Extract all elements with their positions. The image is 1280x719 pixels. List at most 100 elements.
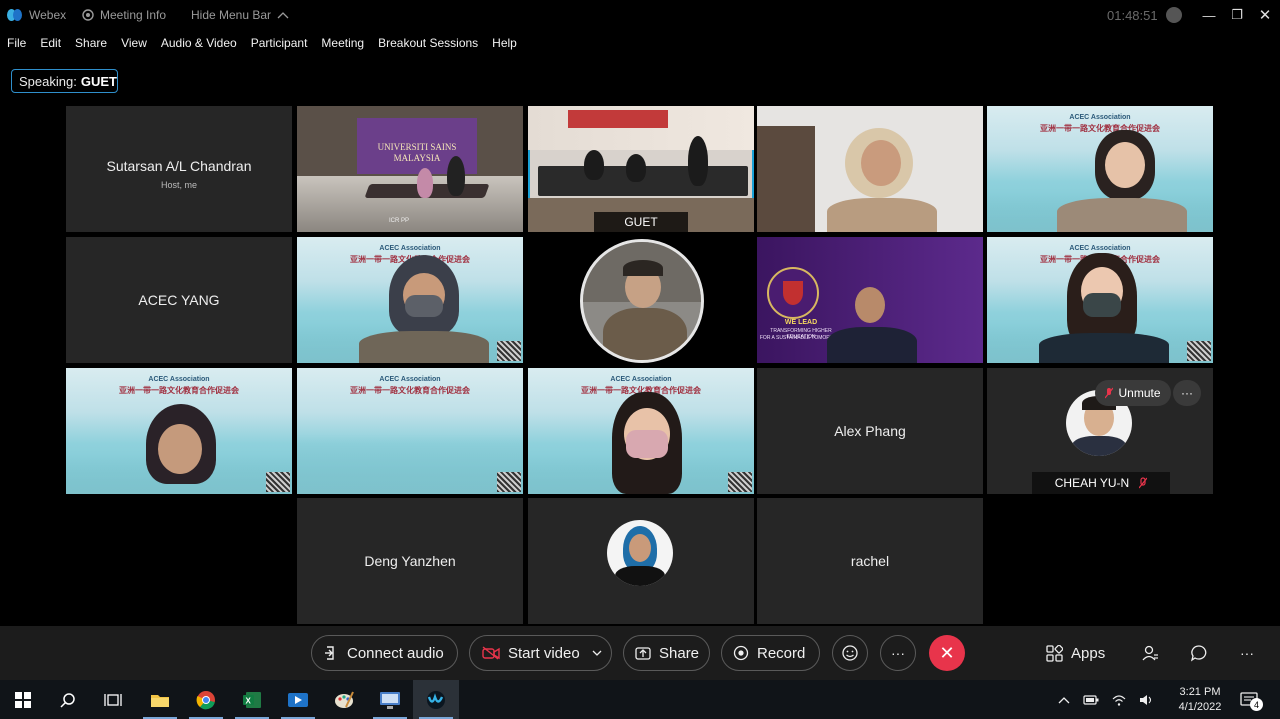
- wifi-icon[interactable]: [1112, 694, 1126, 706]
- participant-tile-usm-room[interactable]: UNIVERSITI SAINS MALAYSIA ICR PP: [297, 106, 523, 232]
- webex-app[interactable]: [413, 680, 459, 719]
- search-button[interactable]: [45, 680, 91, 719]
- unmute-button[interactable]: Unmute: [1095, 380, 1171, 406]
- apps-button[interactable]: Apps: [1046, 635, 1105, 671]
- jacket: [603, 308, 687, 360]
- participant-tile-acec-woman-1[interactable]: ACEC Association 亚洲一带一路文化教育合作促进会: [987, 106, 1213, 232]
- chat-icon: [1190, 645, 1207, 662]
- acec-banner-title: ACEC Association: [1069, 114, 1131, 121]
- menu-breakout-sessions[interactable]: Breakout Sessions: [378, 36, 478, 50]
- more-options-button[interactable]: ···: [880, 635, 916, 671]
- shoulders: [1039, 333, 1169, 363]
- we-lead-title: WE LEAD: [784, 319, 818, 326]
- acec-banner-title: ACEC Association: [379, 245, 441, 252]
- leave-meeting-button[interactable]: ✕: [929, 635, 965, 671]
- chevron-up-icon: [277, 12, 289, 19]
- participant-name: Alex Phang: [834, 423, 906, 439]
- meeting-controls-bar: Connect audio Start video Share Record ·…: [0, 626, 1280, 680]
- record-button[interactable]: Record: [721, 635, 820, 671]
- qr-code: [728, 472, 752, 492]
- hide-menu-label: Hide Menu Bar: [191, 8, 272, 22]
- face-mask: [626, 430, 668, 458]
- paint-palette-icon: [335, 691, 354, 708]
- jacket: [615, 566, 665, 586]
- video-off-icon: [482, 646, 500, 660]
- apps-icon: [1046, 644, 1063, 662]
- guet-name-tag: GUET: [594, 212, 688, 232]
- mic-muted-icon: [1105, 387, 1114, 399]
- participant-tile-acec-woman-2[interactable]: ACEC Association 亚洲一带一路文化教育合作促进会: [297, 237, 523, 363]
- file-explorer-app[interactable]: [137, 680, 183, 719]
- participant-tile-deng[interactable]: Deng Yanzhen: [297, 498, 523, 624]
- menu-file[interactable]: File: [7, 36, 26, 50]
- participant-tile-we-lead[interactable]: WE LEAD TRANSFORMING HIGHER EDUCATION FO…: [757, 237, 983, 363]
- menu-view[interactable]: View: [121, 36, 147, 50]
- participant-tile-man-circle[interactable]: [528, 237, 754, 363]
- network-stats-icon[interactable]: [1166, 7, 1182, 23]
- paint-app[interactable]: [321, 680, 367, 719]
- participant-tile-acec-woman-5[interactable]: ACEC Association 亚洲一带一路文化教育合作促进会: [528, 368, 754, 494]
- acec-banner-subtitle: 亚洲一带一路文化教育合作促进会: [1040, 124, 1160, 133]
- participant-tile-acec-woman-3[interactable]: ACEC Association 亚洲一带一路文化教育合作促进会: [987, 237, 1213, 363]
- start-button[interactable]: [0, 680, 46, 719]
- media-app[interactable]: [275, 680, 321, 719]
- chevron-up-icon[interactable]: [1058, 696, 1070, 704]
- participant-tile-headset-woman[interactable]: [757, 106, 983, 232]
- reactions-button[interactable]: [832, 635, 868, 671]
- remote-desktop-app[interactable]: [367, 680, 413, 719]
- meeting-info-label: Meeting Info: [100, 8, 167, 22]
- apps-label: Apps: [1071, 644, 1106, 662]
- clock[interactable]: 3:21 PM 4/1/2022: [1174, 680, 1226, 719]
- participant-tile-rachel[interactable]: rachel: [757, 498, 983, 624]
- avatar: [607, 520, 673, 586]
- participant-tile-acec-woman-4[interactable]: ACEC Association 亚洲一带一路文化教育合作促进会: [66, 368, 292, 494]
- record-icon: [733, 645, 749, 661]
- connect-audio-button[interactable]: Connect audio: [311, 635, 458, 671]
- task-view-button[interactable]: [90, 680, 136, 719]
- folder-icon: [151, 694, 169, 707]
- hide-menu-bar-button[interactable]: Hide Menu Bar: [191, 8, 289, 22]
- participant-tile-guet[interactable]: GUET: [528, 106, 754, 232]
- media-player-icon: [288, 692, 308, 707]
- participant-tile-acec-empty[interactable]: ACEC Association 亚洲一带一路文化教育合作促进会: [297, 368, 523, 494]
- crest-shield: [783, 281, 803, 305]
- share-button[interactable]: Share: [623, 635, 710, 671]
- menu-participant[interactable]: Participant: [251, 36, 308, 50]
- windows-taskbar: X 3:21 PM 4/1/2022 4: [0, 680, 1280, 719]
- chrome-app[interactable]: [183, 680, 229, 719]
- city-backdrop: [297, 434, 523, 494]
- chevron-down-icon[interactable]: [592, 650, 602, 656]
- notification-center-button[interactable]: 4: [1240, 680, 1263, 719]
- acec-banner-title: ACEC Association: [610, 376, 672, 383]
- speaking-label: Speaking:: [19, 73, 77, 89]
- chrome-icon: [196, 690, 215, 709]
- participant-more-button[interactable]: ···: [1173, 380, 1201, 406]
- battery-icon[interactable]: [1083, 694, 1099, 705]
- participant-tile-alex-phang[interactable]: Alex Phang: [757, 368, 983, 494]
- participant-tile-cheah[interactable]: Unmute ··· CHEAH YU-N: [987, 368, 1213, 494]
- meeting-info-button[interactable]: Meeting Info: [82, 8, 166, 22]
- menu-audio-video[interactable]: Audio & Video: [161, 36, 237, 50]
- participant-tile-acec-yang[interactable]: ACEC YANG: [66, 237, 292, 363]
- more-panels-button[interactable]: ···: [1240, 635, 1254, 671]
- acec-banner-subtitle: 亚洲一带一路文化教育合作促进会: [350, 386, 470, 395]
- close-window-button[interactable]: ✕: [1249, 0, 1280, 30]
- menu-help[interactable]: Help: [492, 36, 517, 50]
- menu-meeting[interactable]: Meeting: [321, 36, 364, 50]
- participants-button[interactable]: [1141, 635, 1159, 671]
- excel-app[interactable]: X: [229, 680, 275, 719]
- participant-tile-sutarsan[interactable]: Sutarsan A/L Chandran Host, me: [66, 106, 292, 232]
- shoulders: [1057, 198, 1187, 232]
- menu-share[interactable]: Share: [75, 36, 107, 50]
- participant-role: Host, me: [160, 180, 197, 190]
- system-tray: [1058, 680, 1153, 719]
- acec-banner-title: ACEC Association: [1069, 245, 1131, 252]
- start-video-button[interactable]: Start video: [469, 635, 612, 671]
- person: [417, 168, 433, 198]
- clock-date: 4/1/2022: [1178, 700, 1222, 713]
- participant-tile-avatar-woman[interactable]: [528, 498, 754, 624]
- volume-icon[interactable]: [1139, 694, 1153, 706]
- windows-logo-icon: [15, 691, 31, 708]
- menu-edit[interactable]: Edit: [40, 36, 61, 50]
- chat-button[interactable]: [1190, 635, 1208, 671]
